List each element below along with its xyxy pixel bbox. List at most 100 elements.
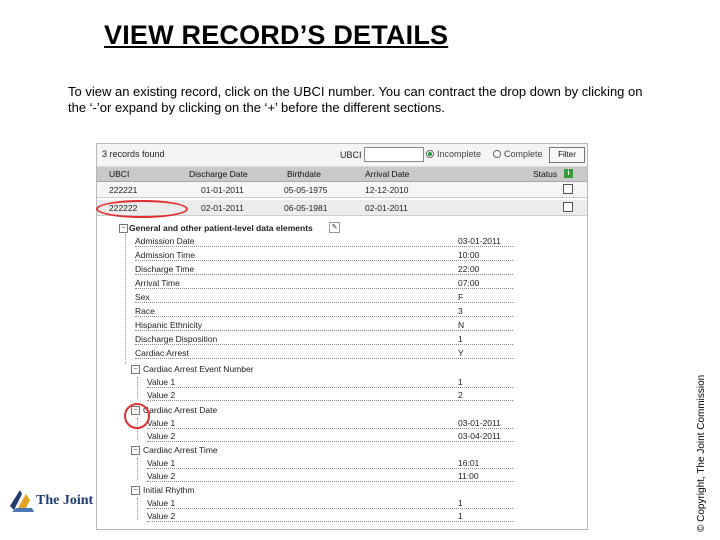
status-checkbox[interactable] (563, 202, 573, 212)
copyright-text: © Copyright, The Joint Commission (696, 374, 707, 532)
item-value: 07:00 (458, 278, 480, 288)
item-label: Value 2 (147, 390, 176, 400)
leader-line (135, 330, 513, 331)
item-value: 1 (458, 377, 463, 387)
leader-line (135, 358, 513, 359)
tree-group-arrest-date[interactable]: − Cardiac Arrest Date (97, 404, 587, 417)
leader-line (135, 316, 513, 317)
item-label: Arrival Time (135, 278, 180, 288)
logo-mark-icon (10, 490, 34, 512)
arrival-date-cell: 02-01-2011 (365, 203, 408, 213)
leader-line (135, 344, 513, 345)
table-row[interactable]: 222221 01-01-2011 05-05-1975 12-12-2010 (97, 182, 587, 198)
tree-item: Value 1 1 (97, 497, 587, 510)
complete-radio-label: Complete (504, 149, 543, 159)
item-label: Hispanic Ethnicity (135, 320, 203, 330)
group-label: Cardiac Arrest Date (143, 405, 218, 415)
leader-line (147, 481, 513, 482)
column-header-arrival-date[interactable]: Arrival Date (365, 169, 409, 179)
item-value: F (458, 292, 464, 302)
item-value: 1 (458, 498, 463, 508)
edit-pencil-icon[interactable]: ✎ (329, 222, 340, 233)
ubci-link[interactable]: 222221 (109, 185, 137, 195)
discharge-date-cell: 01-01-2011 (201, 185, 244, 195)
leader-line (135, 288, 513, 289)
item-value: 03-04-2011 (458, 431, 501, 441)
tree-group-event-number[interactable]: − Cardiac Arrest Event Number (97, 363, 587, 376)
tree-item: Discharge Time 22:00 (97, 263, 587, 276)
incomplete-radio-label: Incomplete (437, 149, 482, 159)
tree-item: Value 1 1 (97, 376, 587, 389)
tree-item: Value 2 1 (97, 510, 587, 523)
ubci-search-label: UBCI (340, 150, 362, 160)
slide-title: VIEW RECORD’S DETAILS (104, 20, 449, 50)
tree-item: Sex F (97, 291, 587, 304)
records-table-header: UBCI Discharge Date Birthdate Arrival Da… (97, 167, 587, 182)
item-value: 3 (458, 306, 463, 316)
instructions-text: To view an existing record, click on the… (68, 84, 643, 115)
toggle-highlight-circle (124, 403, 150, 429)
item-label: Sex (135, 292, 150, 302)
tree-section-general[interactable]: − General and other patient-level data e… (97, 222, 587, 235)
leader-line (135, 274, 513, 275)
tree-item: Value 1 16:01 (97, 457, 587, 470)
incomplete-radio[interactable] (426, 150, 434, 158)
tree-item: Value 1 03-01-2011 (97, 417, 587, 430)
leader-line (147, 428, 513, 429)
leader-line (147, 441, 513, 442)
item-value: 22:00 (458, 264, 480, 274)
leader-line (135, 302, 513, 303)
section-label: General and other patient-level data ele… (129, 223, 313, 233)
leader-line (147, 468, 513, 469)
status-checkbox[interactable] (563, 184, 573, 194)
tree-item: Hispanic Ethnicity N (97, 319, 587, 332)
collapse-toggle-icon[interactable]: − (131, 446, 140, 455)
ubci-search-input[interactable] (364, 147, 424, 162)
column-header-birthdate[interactable]: Birthdate (287, 169, 321, 179)
tree-item: Discharge Disposition 1 (97, 333, 587, 346)
collapse-toggle-icon[interactable]: − (119, 224, 128, 233)
ubci-highlight-circle (96, 200, 188, 218)
complete-radio[interactable] (493, 150, 501, 158)
item-label: Value 1 (147, 498, 176, 508)
group-label: Cardiac Arrest Event Number (143, 364, 254, 374)
tree-item: Value 2 2 (97, 389, 587, 402)
birthdate-cell: 05-05-1975 (284, 185, 328, 195)
tree-group-arrest-time[interactable]: − Cardiac Arrest Time (97, 444, 587, 457)
item-label: Cardiac Arrest (135, 348, 189, 358)
joint-commission-logo: The Joint C (8, 484, 104, 514)
item-label: Value 2 (147, 511, 176, 521)
discharge-date-cell: 02-01-2011 (201, 203, 244, 213)
tree-item: Value 2 03-04-2011 (97, 430, 587, 443)
filter-button[interactable]: Filter (549, 147, 585, 163)
item-label: Value 1 (147, 377, 176, 387)
item-label: Admission Date (135, 236, 195, 246)
column-header-status[interactable]: Status (533, 169, 557, 179)
tree-item: Admission Time 10:00 (97, 249, 587, 262)
collapse-toggle-icon[interactable]: − (131, 486, 140, 495)
item-label: Discharge Time (135, 264, 195, 274)
birthdate-cell: 06-05-1981 (284, 203, 328, 213)
group-label: Cardiac Arrest Time (143, 445, 218, 455)
records-found-label: 3 records found (102, 149, 165, 159)
leader-line (147, 521, 513, 522)
item-value: 16:01 (458, 458, 480, 468)
tree-group-initial-rhythm[interactable]: − Initial Rhythm (97, 484, 587, 497)
leader-line (135, 246, 513, 247)
item-value: 03-01-2011 (458, 418, 501, 428)
collapse-toggle-icon[interactable]: − (131, 365, 140, 374)
item-label: Discharge Disposition (135, 334, 218, 344)
item-value: 2 (458, 390, 463, 400)
item-label: Value 2 (147, 471, 176, 481)
item-label: Value 1 (147, 458, 176, 468)
column-header-discharge-date[interactable]: Discharge Date (189, 169, 248, 179)
column-header-ubci[interactable]: UBCI (109, 169, 129, 179)
leader-line (135, 260, 513, 261)
tree-item: Race 3 (97, 305, 587, 318)
group-label: Initial Rhythm (143, 485, 195, 495)
tree-item: Arrival Time 07:00 (97, 277, 587, 290)
tree-item: Value 2 11:00 (97, 470, 587, 483)
status-legend-icon[interactable]: i (564, 169, 573, 178)
item-value: Y (458, 348, 464, 358)
tree-item: Cardiac Arrest Y (97, 347, 587, 360)
